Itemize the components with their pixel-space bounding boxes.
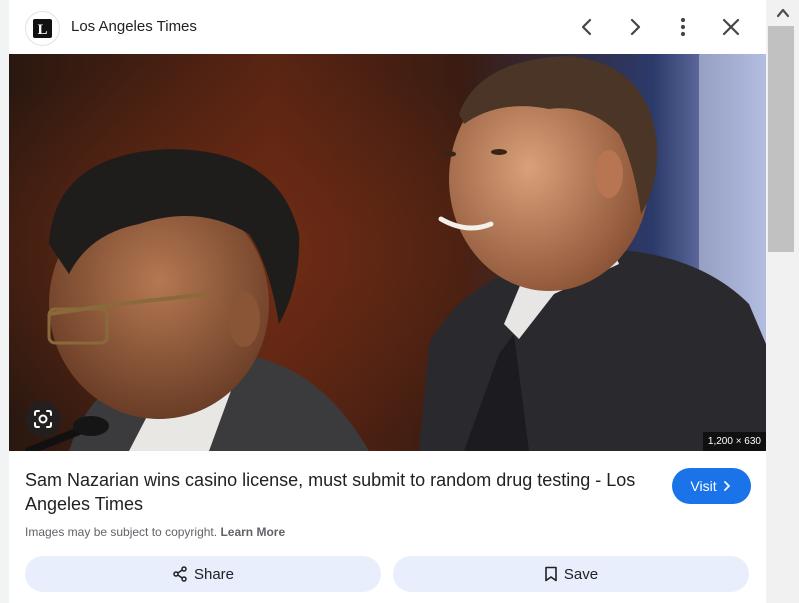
more-vert-icon <box>680 17 686 37</box>
photo-illustration <box>9 54 766 451</box>
preview-header: L Los Angeles Times <box>9 0 766 54</box>
share-button[interactable]: Share <box>25 556 381 592</box>
visit-button[interactable]: Visit <box>672 468 751 504</box>
visit-label: Visit <box>690 478 717 494</box>
lens-icon <box>34 410 52 428</box>
bookmark-icon <box>545 566 557 582</box>
site-name[interactable]: Los Angeles Times <box>71 18 197 35</box>
preview-image[interactable]: 1,200 × 630 <box>9 54 766 451</box>
save-label: Save <box>563 565 599 583</box>
image-preview-panel: L Los Angeles Times 1,200 × 630 Sam Naza… <box>9 0 766 603</box>
scroll-up-button[interactable] <box>767 0 799 26</box>
svg-text:L: L <box>37 22 47 36</box>
copyright-text: Images may be subject to copyright. <box>25 525 218 539</box>
share-label: Share <box>193 565 235 583</box>
more-options-button[interactable] <box>668 12 698 42</box>
site-logo[interactable]: L <box>25 11 60 46</box>
previous-button[interactable] <box>572 12 602 42</box>
learn-more-link[interactable]: Learn More <box>220 525 285 539</box>
image-dimensions-badge: 1,200 × 630 <box>702 432 766 451</box>
save-button[interactable]: Save <box>393 556 749 592</box>
chevron-right-small-icon <box>723 481 730 491</box>
chevron-left-icon <box>581 18 592 36</box>
close-button[interactable] <box>716 12 746 42</box>
chevron-up-icon <box>776 8 790 18</box>
scrollbar-thumb[interactable] <box>768 26 794 252</box>
la-times-logo-icon: L <box>33 19 52 38</box>
copyright-notice: Images may be subject to copyright. Lear… <box>25 525 285 539</box>
chevron-right-icon <box>630 18 641 36</box>
close-icon <box>722 18 740 36</box>
image-title[interactable]: Sam Nazarian wins casino license, must s… <box>25 468 645 516</box>
scrollbar[interactable] <box>767 0 799 603</box>
next-button[interactable] <box>620 12 650 42</box>
google-lens-button[interactable] <box>25 401 61 437</box>
share-icon <box>173 566 187 582</box>
